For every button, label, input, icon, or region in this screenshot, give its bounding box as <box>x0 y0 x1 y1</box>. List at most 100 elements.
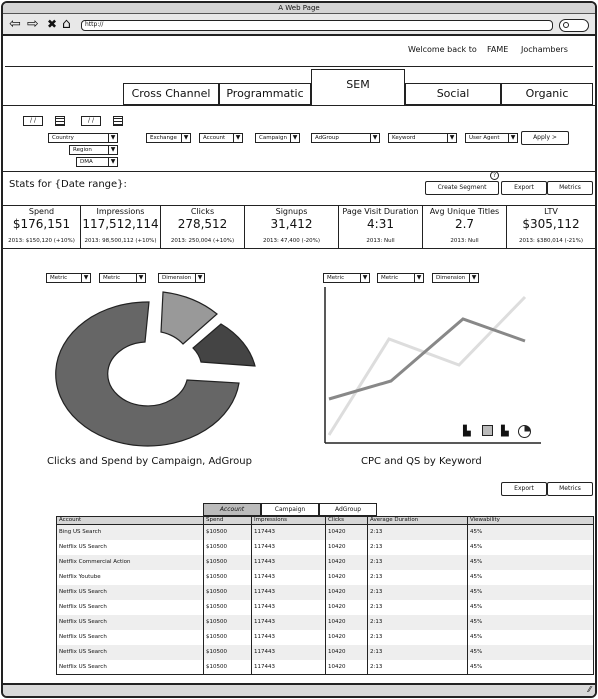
table-row[interactable]: Netflix US Search $10500 117443 10420 2:13 45… <box>56 614 594 630</box>
browser-search-box[interactable] <box>559 19 589 32</box>
chevron-down-icon: ▼ <box>414 274 423 282</box>
close-icon[interactable]: ✖ <box>47 14 57 34</box>
help-icon[interactable]: ? <box>490 171 499 180</box>
cell-account: Netflix Commercial Action <box>56 554 204 570</box>
right-dimension-select[interactable]: Dimension ▼ <box>432 273 479 283</box>
home-icon[interactable]: ⌂ <box>62 14 71 34</box>
cell-spend: $10500 <box>203 614 252 630</box>
metrics-button[interactable]: Metrics <box>547 181 593 195</box>
table-row[interactable]: Netflix US Search $10500 117443 10420 2:13 45… <box>56 659 594 675</box>
stat-label: LTV <box>544 207 558 216</box>
end-calendar-icon[interactable] <box>113 116 123 126</box>
apply-button[interactable]: Apply > <box>521 131 569 145</box>
dma-select[interactable]: DMA ▼ <box>76 157 118 167</box>
metric-label: Metric <box>50 275 68 281</box>
chevron-down-icon: ▼ <box>181 134 190 142</box>
table-row[interactable]: Netflix US Search $10500 117443 10420 2:13 45… <box>56 629 594 645</box>
right-metric-select-1[interactable]: Metric ▼ <box>323 273 370 283</box>
cell-account: Netflix US Search <box>56 614 204 630</box>
cell-viewability: 45% <box>467 644 594 660</box>
table-row[interactable]: Netflix Youtube $10500 117443 10420 2:13 45% <box>56 569 594 585</box>
tab-cross-channel[interactable]: Cross Channel <box>123 83 219 105</box>
cell-duration: 2:13 <box>367 644 468 660</box>
left-dimension-select[interactable]: Dimension ▼ <box>158 273 205 283</box>
back-icon[interactable]: ⇦ <box>9 14 21 34</box>
tab-social[interactable]: Social <box>405 83 501 105</box>
forward-icon[interactable]: ⇨ <box>27 14 39 34</box>
export-button[interactable]: Export <box>501 181 547 195</box>
stat-label: Impressions <box>96 207 145 216</box>
browser-toolbar: ⇦ ⇨ ✖ ⌂ http:// <box>3 14 595 36</box>
country-select[interactable]: Country ▼ <box>48 133 118 143</box>
tab-organic[interactable]: Organic <box>501 83 593 105</box>
cell-clicks: 10420 <box>325 584 368 600</box>
right-metric-select-2[interactable]: Metric ▼ <box>377 273 424 283</box>
table-export-button[interactable]: Export <box>501 482 547 496</box>
right-chart-caption: CPC and QS by Keyword <box>361 456 482 467</box>
tab-label: SEM <box>346 78 370 91</box>
start-date-input[interactable]: / / <box>23 116 43 126</box>
resize-grip-icon[interactable]: ⁄⁄ <box>588 685 591 694</box>
stat-value: $305,112 <box>522 217 580 231</box>
table-metrics-button[interactable]: Metrics <box>547 482 593 496</box>
tab-programmatic[interactable]: Programmatic <box>219 83 311 105</box>
stat-impressions: Impressions 117,512,114 2013: 98,500,112… <box>81 206 161 248</box>
start-calendar-icon[interactable] <box>55 116 65 126</box>
cell-clicks: 10420 <box>325 569 368 585</box>
cell-viewability: 45% <box>467 554 594 570</box>
metric-label: Metric <box>327 275 345 281</box>
exchange-select[interactable]: Exchange ▼ <box>146 133 191 143</box>
cell-duration: 2:13 <box>367 599 468 615</box>
chevron-down-icon: ▼ <box>195 274 204 282</box>
create-segment-button[interactable]: Create Segment <box>425 181 499 195</box>
column-header[interactable]: Viewability <box>467 516 594 525</box>
cell-viewability: 45% <box>467 569 594 585</box>
left-metric-select-2[interactable]: Metric ▼ <box>99 273 146 283</box>
cell-duration: 2:13 <box>367 614 468 630</box>
table-row[interactable]: Netflix US Search $10500 117443 10420 2:13 45… <box>56 539 594 555</box>
column-header[interactable]: Clicks <box>325 516 368 525</box>
stat-value: 4:31 <box>367 217 394 231</box>
stat-compare: 2013: Null <box>366 238 395 244</box>
cell-clicks: 10420 <box>325 659 368 675</box>
area-chart-icon[interactable]: ▙ <box>501 426 509 437</box>
region-select[interactable]: Region ▼ <box>69 145 118 155</box>
user-agent-select[interactable]: User Agent ▼ <box>465 133 518 143</box>
cell-viewability: 45% <box>467 524 594 540</box>
tab-sem[interactable]: SEM <box>311 69 405 105</box>
column-header[interactable]: Account <box>56 516 204 525</box>
table-row[interactable]: Bing US Search $10500 117443 10420 2:13 45% <box>56 524 594 540</box>
user-name[interactable]: Jochambers <box>521 45 568 54</box>
donut-segment-dark[interactable] <box>192 323 256 367</box>
account-select[interactable]: Account ▼ <box>199 133 243 143</box>
cell-viewability: 45% <box>467 599 594 615</box>
stat-compare: 2013: 98,500,112 (+10%) <box>84 238 157 244</box>
table-row[interactable]: Netflix US Search $10500 117443 10420 2:13 45… <box>56 644 594 660</box>
table-row[interactable]: Netflix US Search $10500 117443 10420 2:13 45… <box>56 599 594 615</box>
campaign-select[interactable]: Campaign ▼ <box>255 133 300 143</box>
table-view-icon[interactable] <box>482 425 493 436</box>
brand-name: FAME <box>487 45 509 54</box>
table-tab-adgroup[interactable]: AdGroup <box>319 503 377 516</box>
table-row[interactable]: Netflix Commercial Action $10500 117443 104… <box>56 554 594 570</box>
end-date-input[interactable]: / / <box>81 116 101 126</box>
table-tab-campaign[interactable]: Campaign <box>261 503 319 516</box>
pie-chart-icon[interactable] <box>518 425 531 438</box>
donut-segment-large[interactable] <box>55 301 240 447</box>
cell-duration: 2:13 <box>367 569 468 585</box>
adgroup-select[interactable]: AdGroup ▼ <box>311 133 380 143</box>
chevron-down-icon: ▼ <box>108 158 117 166</box>
column-header[interactable]: Impressions <box>251 516 326 525</box>
stats-title: Stats for {Date range}: <box>9 179 127 190</box>
cell-viewability: 45% <box>467 614 594 630</box>
table-row[interactable]: Netflix US Search $10500 117443 10420 2:13 45… <box>56 584 594 600</box>
table-tab-account[interactable]: Account <box>203 503 261 516</box>
keyword-select[interactable]: Keyword ▼ <box>388 133 457 143</box>
url-input[interactable]: http:// <box>81 20 553 31</box>
column-header[interactable]: Average Duration <box>367 516 468 525</box>
column-header[interactable]: Spend <box>203 516 252 525</box>
chevron-down-icon: ▼ <box>81 274 90 282</box>
stat-signups: Signups 31,412 2013: 47,400 (-20%) <box>245 206 339 248</box>
left-metric-select-1[interactable]: Metric ▼ <box>46 273 91 283</box>
bar-chart-icon[interactable]: ▙ <box>463 426 471 437</box>
